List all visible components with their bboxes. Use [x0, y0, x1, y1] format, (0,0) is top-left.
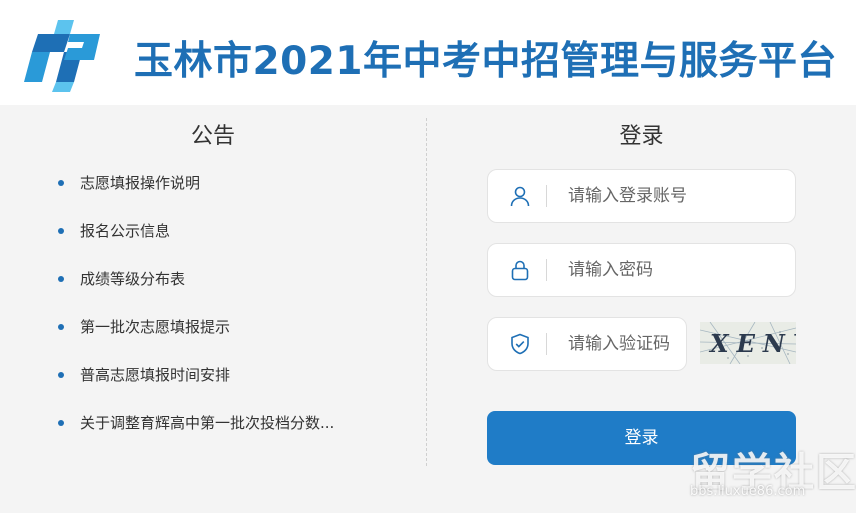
field-separator	[546, 259, 547, 281]
notice-item[interactable]: 报名公示信息	[58, 220, 348, 242]
header: 玉林市2021年中考中招管理与服务平台	[0, 0, 856, 105]
watermark-url: bbs.liuxue86.com	[690, 484, 806, 499]
notice-item-label: 关于调整育辉高中第一批次投档分数...	[80, 414, 335, 432]
notice-item-label: 成绩等级分布表	[80, 270, 186, 288]
field-separator	[546, 185, 547, 207]
captcha-text: XENV	[710, 329, 796, 358]
notice-item-label: 志愿填报操作说明	[80, 174, 201, 192]
notice-item-label: 第一批次志愿填报提示	[80, 318, 231, 336]
bullet-dot	[58, 276, 64, 282]
lock-icon	[511, 260, 529, 281]
bullet-dot	[58, 324, 64, 330]
account-field[interactable]	[487, 169, 796, 223]
captcha-image[interactable]: XENV	[700, 322, 796, 364]
bullet-dot	[58, 420, 64, 426]
captcha-input[interactable]	[568, 330, 683, 358]
notice-item-label: 普高志愿填报时间安排	[80, 366, 231, 384]
notice-item[interactable]: 成绩等级分布表	[58, 268, 348, 290]
column-divider	[426, 118, 427, 466]
bullet-dot	[58, 180, 64, 186]
notice-item-label: 报名公示信息	[80, 222, 171, 240]
platform-logo	[24, 20, 100, 92]
notice-item[interactable]: 第一批次志愿填报提示	[58, 316, 348, 338]
password-field[interactable]	[487, 243, 796, 297]
site-title: 玉林市2021年中考中招管理与服务平台	[134, 39, 838, 84]
login-button[interactable]: 登录	[487, 411, 796, 465]
shield-check-icon	[511, 333, 529, 355]
notice-list: 志愿填报操作说明 报名公示信息 成绩等级分布表 第一批次志愿填报提示 普高志愿填…	[58, 172, 348, 460]
field-separator	[546, 333, 547, 355]
bullet-dot	[58, 228, 64, 234]
notice-item[interactable]: 普高志愿填报时间安排	[58, 364, 348, 386]
notice-item[interactable]: 志愿填报操作说明	[58, 172, 348, 194]
login-heading: 登录	[619, 124, 664, 149]
notice-item[interactable]: 关于调整育辉高中第一批次投档分数...	[58, 412, 348, 434]
notice-heading: 公告	[190, 124, 235, 149]
captcha-field[interactable]	[487, 317, 687, 371]
account-input[interactable]	[568, 182, 778, 210]
password-input[interactable]	[568, 256, 778, 284]
user-icon	[510, 186, 530, 207]
bullet-dot	[58, 372, 64, 378]
